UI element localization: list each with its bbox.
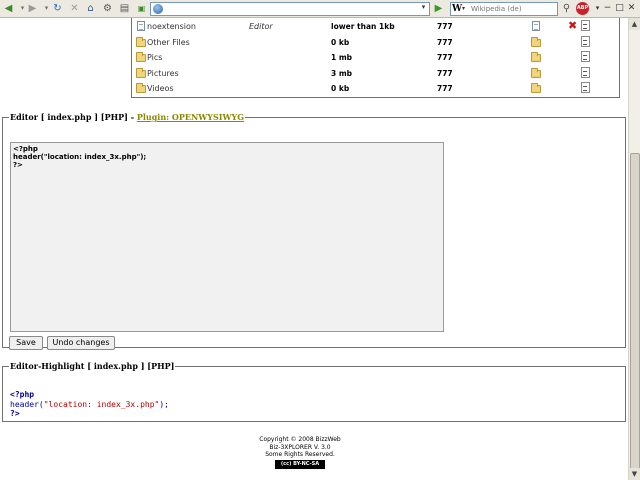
addon-icon[interactable]: ⚙ [101, 2, 114, 15]
rename-icon[interactable] [581, 66, 590, 78]
scroll-down-icon[interactable]: ▼ [629, 468, 640, 480]
rename-icon[interactable] [581, 51, 590, 62]
open-folder-icon[interactable] [531, 36, 541, 48]
editor-legend: Editor [ index.php ] [PHP] - Plugin: OPE… [9, 112, 246, 122]
delete-icon[interactable]: ✖ [568, 20, 578, 32]
file-row[interactable]: Videos 0 kb 777 [132, 81, 619, 97]
folder-icon [136, 52, 146, 62]
file-row[interactable]: Pictures 3 mb 777 [132, 66, 619, 82]
folder-icon [136, 83, 146, 93]
file-icon [136, 21, 146, 31]
version-text: Biz-3XPLORER V. 3.0 [269, 443, 331, 451]
adblock-icon[interactable]: ABP [576, 2, 589, 15]
maximize-icon[interactable]: □ [614, 3, 625, 14]
folder-icon [136, 36, 146, 47]
edit-file-icon[interactable] [531, 21, 541, 32]
file-name[interactable]: Other Files [147, 38, 190, 47]
save-button[interactable]: Save [9, 336, 43, 350]
home-icon[interactable]: ⌂ [84, 2, 97, 15]
stop-icon[interactable]: ✕ [68, 2, 81, 15]
search-icon[interactable]: ⚲ [560, 2, 573, 15]
file-permissions: 777 [437, 68, 453, 78]
file-permissions: 777 [437, 37, 453, 47]
code-editor-textarea[interactable]: <?php header("location: index_3x.php"); … [10, 142, 444, 332]
open-folder-icon[interactable] [531, 67, 541, 79]
file-name[interactable]: Pictures [147, 69, 179, 78]
file-list: noextension Editor lower than 1kb 777 ✖ … [131, 18, 620, 98]
file-row[interactable]: Pics 1 mb 777 [132, 50, 619, 66]
code-string: "location: index_3x.php" [43, 399, 160, 409]
file-size: lower than 1kb [331, 22, 395, 31]
file-size: 3 mb [331, 68, 353, 78]
creative-commons-badge[interactable]: (cc) BY-NC-SA [275, 459, 325, 469]
editor-legend-text: Editor [ index.php ] [PHP] - [10, 112, 137, 122]
back-icon[interactable]: ◀ [2, 2, 15, 15]
plugin-link[interactable]: Plugin: OPENWYSIWYG [137, 112, 244, 122]
search-engine-icon[interactable]: W [452, 3, 462, 15]
search-engine-dropdown-icon[interactable]: ▾ [462, 3, 468, 15]
print-icon[interactable]: ▤ [118, 2, 131, 15]
search-bar: W ▾ [450, 2, 558, 16]
file-name[interactable]: noextension [147, 22, 196, 31]
scroll-thumb[interactable] [630, 153, 640, 480]
go-icon[interactable]: ▶ [432, 2, 445, 15]
highlight-legend: Editor-Highlight [ index.php ] [PHP] [9, 361, 176, 371]
scroll-up-icon[interactable]: ▲ [629, 18, 640, 30]
search-input[interactable] [471, 4, 555, 14]
rename-icon[interactable] [581, 82, 590, 93]
footer: Copyright © 2008 BizzWeb Biz-3XPLORER V.… [240, 436, 360, 469]
extension-icon[interactable]: ▣ [135, 2, 148, 15]
favicon-icon [153, 4, 163, 14]
file-size: 0 kb [331, 84, 350, 93]
undo-changes-button[interactable]: Undo changes [47, 336, 115, 350]
file-size: 0 kb [331, 37, 350, 47]
forward-icon[interactable]: ▶ [26, 2, 39, 15]
open-folder-icon[interactable] [531, 83, 541, 94]
address-dropdown-icon[interactable]: ▾ [419, 3, 428, 15]
highlighted-code: <?php header("location: index_3x.php"); … [10, 390, 169, 419]
code-paren-close: ); [159, 399, 169, 409]
file-type: Editor [249, 22, 273, 31]
file-permissions: 777 [437, 22, 453, 31]
browser-toolbar: ◀ ▾ ▶ ▾ ↻ ✕ ⌂ ⚙ ▤ ▣ ▾ ▶ W ▾ ⚲ ABP ▾ − □ … [0, 0, 640, 18]
minimize-icon[interactable]: − [602, 3, 613, 14]
reload-icon[interactable]: ↻ [51, 2, 64, 15]
file-name[interactable]: Pics [147, 53, 162, 62]
file-row[interactable]: noextension Editor lower than 1kb 777 ✖ [132, 19, 619, 35]
file-permissions: 777 [437, 84, 453, 93]
code-function: header [10, 399, 39, 409]
close-window-icon[interactable]: ✕ [626, 3, 637, 14]
code-open-tag: <?php [10, 390, 35, 399]
highlight-panel: Editor-Highlight [ index.php ] [PHP] <?p… [2, 361, 626, 422]
rename-icon[interactable] [581, 20, 590, 31]
rename-icon[interactable] [581, 35, 590, 47]
file-size: 1 mb [331, 53, 353, 62]
copyright-text: Copyright © 2008 BizzWeb [259, 436, 341, 443]
address-bar[interactable]: ▾ [150, 2, 430, 16]
file-row[interactable]: Other Files 0 kb 777 [132, 35, 619, 51]
code-close-tag: ?> [10, 409, 20, 418]
file-name[interactable]: Videos [147, 84, 174, 93]
vertical-scrollbar[interactable]: ▲ ▼ [628, 18, 640, 480]
file-permissions: 777 [437, 53, 453, 62]
folder-icon [136, 67, 146, 78]
rights-text: Some Rights Reserved. [265, 451, 335, 458]
editor-panel: Editor [ index.php ] [PHP] - Plugin: OPE… [2, 112, 626, 350]
open-folder-icon[interactable] [531, 52, 541, 63]
